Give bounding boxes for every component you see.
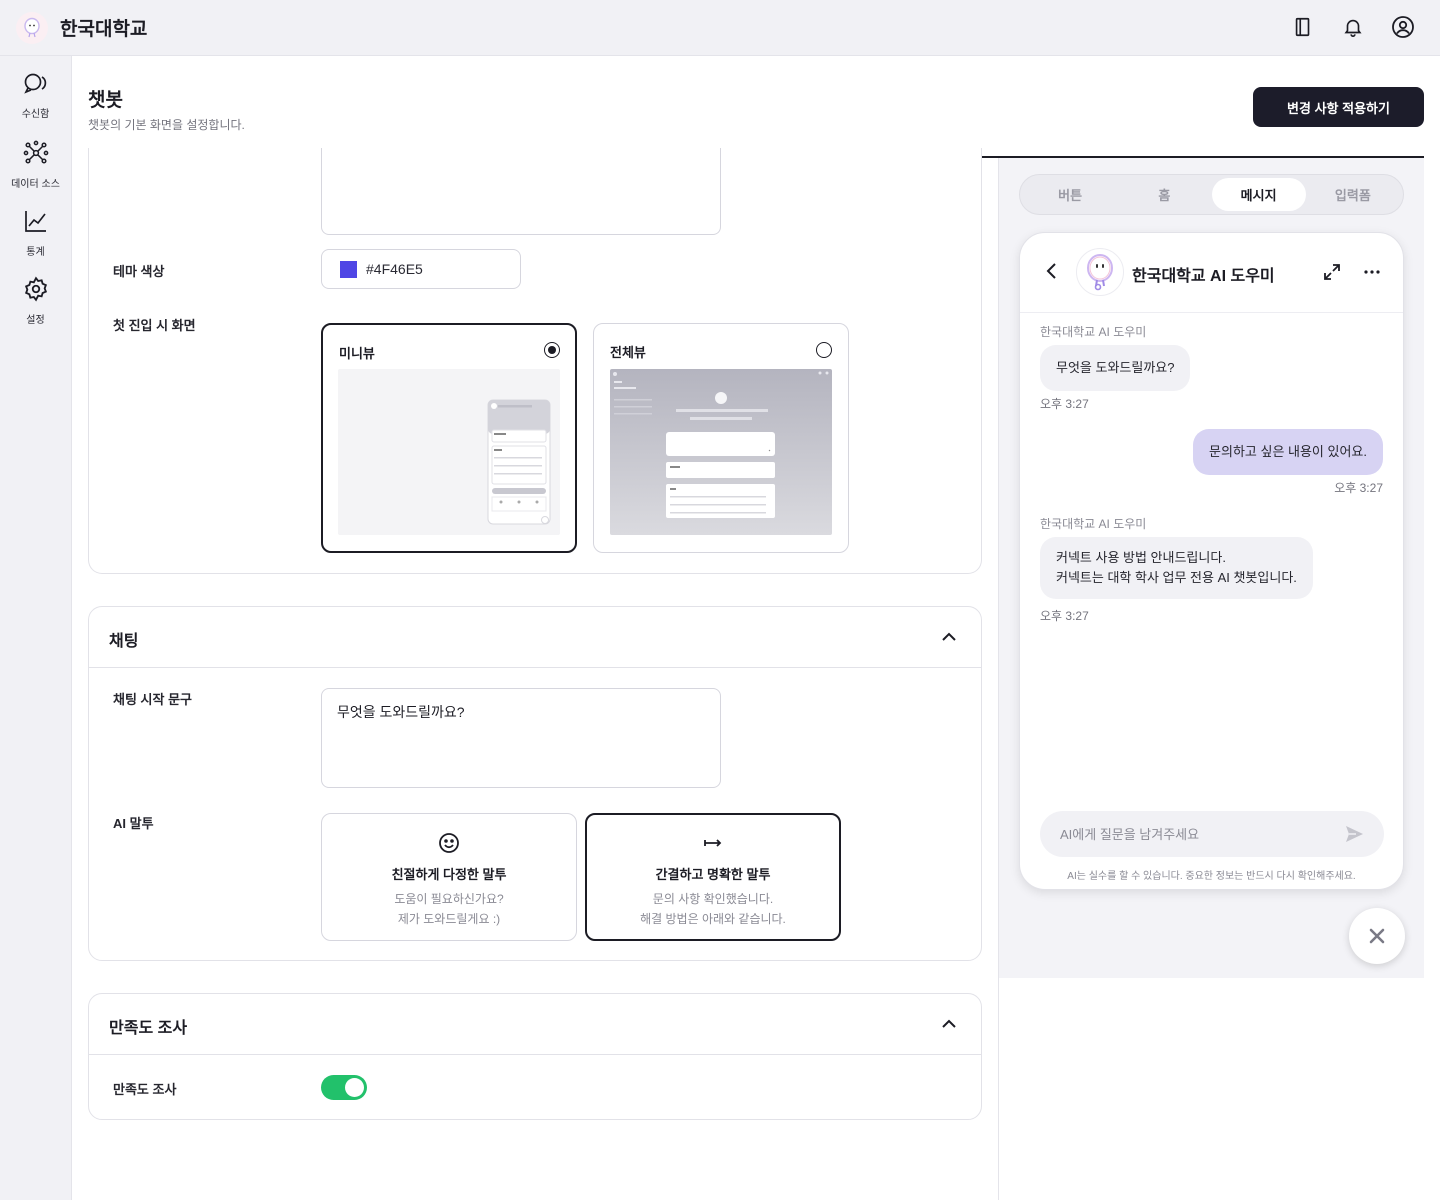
bot-name: 한국대학교 AI 도우미 <box>1132 268 1275 285</box>
preview-tabs: 버튼 홈 메시지 입력폼 <box>1019 174 1404 215</box>
tone-desc: 제가 도와드릴게요 :) <box>397 912 501 926</box>
ai-tone-label: AI 말투 <box>113 816 154 831</box>
message-time: 오후 3:27 <box>1040 397 1089 411</box>
bot-avatar <box>1076 248 1124 296</box>
toggle-knob <box>345 1078 364 1097</box>
sidebar-item-stats[interactable]: 통계 <box>0 192 71 258</box>
sidebar-item-settings[interactable]: 설정 <box>0 260 71 326</box>
full-view-thumbnail <box>610 369 832 535</box>
bot-message-bubble: 커넥트 사용 방법 안내드립니다. 커넥트는 대학 학사 업무 전용 AI 챗봇… <box>1040 537 1313 599</box>
section-title: 채팅 <box>109 633 139 650</box>
sidebar-item-data-source[interactable]: 데이터 소스 <box>0 124 71 190</box>
chatbot-preview-panel: 버튼 홈 메시지 입력폼 한국대학교 AI 도우미 한국대학교 AI 도우미 무… <box>998 158 1424 978</box>
chat-input-box <box>1040 811 1384 857</box>
brand[interactable]: 한국대학교 <box>16 11 148 44</box>
smile-icon <box>438 832 460 854</box>
tone-title: 간결하고 명확한 말투 <box>655 867 771 882</box>
message-time: 오후 3:27 <box>1334 481 1383 495</box>
display-settings-card: 테마 색상 #4F46E5 첫 진입 시 화면 미니뷰 전체뷰 <box>88 148 982 574</box>
message-sender: 한국대학교 AI 도우미 <box>1040 517 1147 531</box>
chat-input[interactable] <box>1060 811 1330 857</box>
inbox-chat-icon <box>23 72 49 96</box>
page-subtitle: 챗봇의 기본 화면을 설정합니다. <box>88 118 245 132</box>
close-icon <box>1369 928 1385 944</box>
chat-section-header[interactable]: 채팅 <box>89 607 981 668</box>
sidebar: 수신함 데이터 소스 통계 설정 <box>0 56 72 1200</box>
sidebar-item-label: 수신함 <box>21 109 50 120</box>
network-icon <box>23 140 49 166</box>
theme-color-input[interactable]: #4F46E5 <box>321 249 521 289</box>
chat-settings-card: 채팅 채팅 시작 문구 무엇을 도와드릴까요? AI 말투 친절하게 다정한 말… <box>88 606 982 961</box>
tab-input-form[interactable]: 입력폼 <box>1306 178 1400 211</box>
theme-color-label: 테마 색상 <box>113 264 165 279</box>
message-time: 오후 3:27 <box>1040 609 1089 623</box>
chat-header: 한국대학교 AI 도우미 <box>1020 233 1403 313</box>
tone-option-concise[interactable]: 간결하고 명확한 말투 문의 사항 확인했습니다. 해결 방법은 아래와 같습니… <box>585 813 841 941</box>
back-arrow-icon[interactable] <box>1042 261 1062 281</box>
tone-desc: 문의 사항 확인했습니다. <box>652 892 774 906</box>
survey-toggle-label: 만족도 조사 <box>113 1082 177 1097</box>
tab-home[interactable]: 홈 <box>1117 178 1211 211</box>
apply-changes-button[interactable]: 변경 사항 적용하기 <box>1253 87 1424 127</box>
color-swatch <box>340 260 357 278</box>
logo-icon <box>16 11 48 44</box>
user-message-bubble: 문의하고 싶은 내용이 있어요. <box>1193 429 1383 475</box>
chevron-up-icon[interactable] <box>939 1014 959 1034</box>
message-sender: 한국대학교 AI 도우미 <box>1040 325 1147 339</box>
description-textarea[interactable] <box>321 148 721 235</box>
message-line: 커넥트 사용 방법 안내드립니다. <box>1056 550 1226 565</box>
arrow-line-icon <box>702 832 724 854</box>
tone-desc: 해결 방법은 아래와 같습니다. <box>640 912 786 926</box>
mini-view-thumbnail <box>338 369 560 535</box>
expand-icon[interactable] <box>1322 262 1342 282</box>
section-title: 만족도 조사 <box>109 1020 188 1037</box>
chevron-up-icon[interactable] <box>939 627 959 647</box>
radio-selected-icon[interactable] <box>544 342 560 358</box>
radio-unselected-icon[interactable] <box>816 342 832 358</box>
tone-desc: 도움이 필요하신가요? <box>394 892 504 906</box>
book-icon[interactable] <box>1290 14 1316 40</box>
survey-toggle[interactable] <box>321 1075 367 1100</box>
sidebar-item-inbox[interactable]: 수신함 <box>0 56 71 120</box>
bell-icon[interactable] <box>1340 14 1366 40</box>
tab-button[interactable]: 버튼 <box>1023 178 1117 211</box>
more-icon[interactable] <box>1362 262 1382 282</box>
bot-message-bubble: 무엇을 도와드릴까요? <box>1040 345 1191 391</box>
disclaimer: AI는 실수를 할 수 있습니다. 중요한 정보는 반드시 다시 확인해주세요. <box>1067 871 1356 882</box>
survey-settings-card: 만족도 조사 만족도 조사 <box>88 993 982 1120</box>
chat-window: 한국대학교 AI 도우미 한국대학교 AI 도우미 무엇을 도와드릴까요? 오후… <box>1019 232 1404 890</box>
view-option-label: 미니뷰 <box>339 346 375 361</box>
survey-section-header[interactable]: 만족도 조사 <box>89 994 981 1055</box>
start-phrase-label: 채팅 시작 문구 <box>113 692 192 707</box>
tab-message[interactable]: 메시지 <box>1211 178 1306 211</box>
sidebar-item-label: 데이터 소스 <box>11 179 60 190</box>
user-circle-icon[interactable] <box>1390 14 1416 40</box>
gear-icon <box>23 276 49 302</box>
entry-view-label: 첫 진입 시 화면 <box>113 318 196 333</box>
sidebar-item-label: 통계 <box>26 247 45 258</box>
view-option-full[interactable]: 전체뷰 <box>593 323 849 553</box>
tone-title: 친절하게 다정한 말투 <box>391 867 507 882</box>
view-option-mini[interactable]: 미니뷰 <box>321 323 577 553</box>
chart-line-icon <box>23 208 49 234</box>
start-phrase-textarea[interactable]: 무엇을 도와드릴까요? <box>321 688 721 788</box>
page-title: 챗봇 <box>88 90 123 111</box>
message-line: 커넥트는 대학 학사 업무 전용 AI 챗봇입니다. <box>1056 570 1297 585</box>
top-bar: 한국대학교 <box>0 0 1440 56</box>
sidebar-item-label: 설정 <box>26 315 45 326</box>
send-icon[interactable] <box>1344 824 1364 844</box>
tone-option-friendly[interactable]: 친절하게 다정한 말투 도움이 필요하신가요? 제가 도와드릴게요 :) <box>321 813 577 941</box>
view-option-label: 전체뷰 <box>610 345 646 360</box>
close-chat-button[interactable] <box>1349 908 1405 964</box>
panel-divider <box>998 978 999 1200</box>
app-name: 한국대학교 <box>60 19 148 40</box>
theme-color-value: #4F46E5 <box>366 261 423 277</box>
